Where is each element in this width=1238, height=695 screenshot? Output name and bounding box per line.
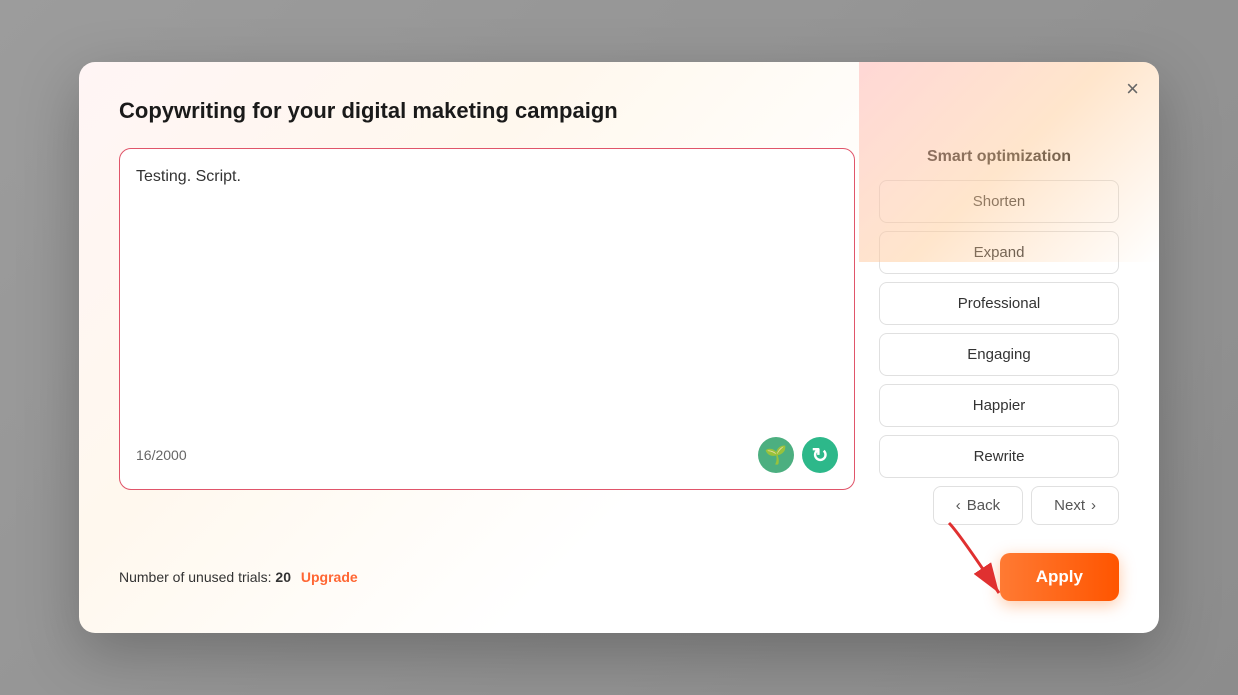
content-textarea[interactable]: Testing. Script. (136, 165, 838, 425)
next-label: Next (1054, 497, 1085, 514)
nav-buttons: ‹ Back Next › (879, 486, 1119, 525)
option-rewrite[interactable]: Rewrite (879, 435, 1119, 478)
option-engaging[interactable]: Engaging (879, 333, 1119, 376)
option-shorten[interactable]: Shorten (879, 180, 1119, 223)
upgrade-link[interactable]: Upgrade (301, 569, 358, 585)
trials-prefix: Number of unused trials: (119, 569, 272, 585)
modal-footer: Number of unused trials: 20 Upgrade Appl… (119, 553, 1119, 601)
smart-optimization-panel: Smart optimization Shorten Expand Profes… (879, 148, 1119, 525)
text-area-wrapper: Testing. Script. 16/2000 🌱 ↻ (119, 148, 855, 490)
trials-count: 20 (275, 569, 291, 585)
modal-body: Testing. Script. 16/2000 🌱 ↻ Smart opt (119, 148, 1119, 525)
option-happier[interactable]: Happier (879, 384, 1119, 427)
refresh-icon: ↻ (812, 443, 829, 468)
back-button[interactable]: ‹ Back (933, 486, 1023, 525)
leaf-icon-button[interactable]: 🌱 (758, 437, 794, 473)
trials-text: Number of unused trials: 20 Upgrade (119, 569, 358, 585)
char-count: 16/2000 (136, 447, 187, 463)
leaf-icon: 🌱 (765, 445, 787, 466)
apply-button[interactable]: Apply (1000, 553, 1119, 601)
icon-buttons: 🌱 ↻ (758, 437, 838, 473)
chevron-left-icon: ‹ (956, 497, 961, 514)
back-label: Back (967, 497, 1000, 514)
chevron-right-icon: › (1091, 497, 1096, 514)
option-professional[interactable]: Professional (879, 282, 1119, 325)
textarea-footer: 16/2000 🌱 ↻ (136, 437, 838, 473)
refresh-icon-button[interactable]: ↻ (802, 437, 838, 473)
option-expand[interactable]: Expand (879, 231, 1119, 274)
modal-overlay: × Copywriting for your digital maketing … (0, 0, 1238, 695)
next-button[interactable]: Next › (1031, 486, 1119, 525)
smart-optimization-title: Smart optimization (879, 148, 1119, 166)
close-button[interactable]: × (1126, 78, 1139, 100)
modal-dialog: × Copywriting for your digital maketing … (79, 62, 1159, 633)
modal-title: Copywriting for your digital maketing ca… (119, 98, 1119, 124)
